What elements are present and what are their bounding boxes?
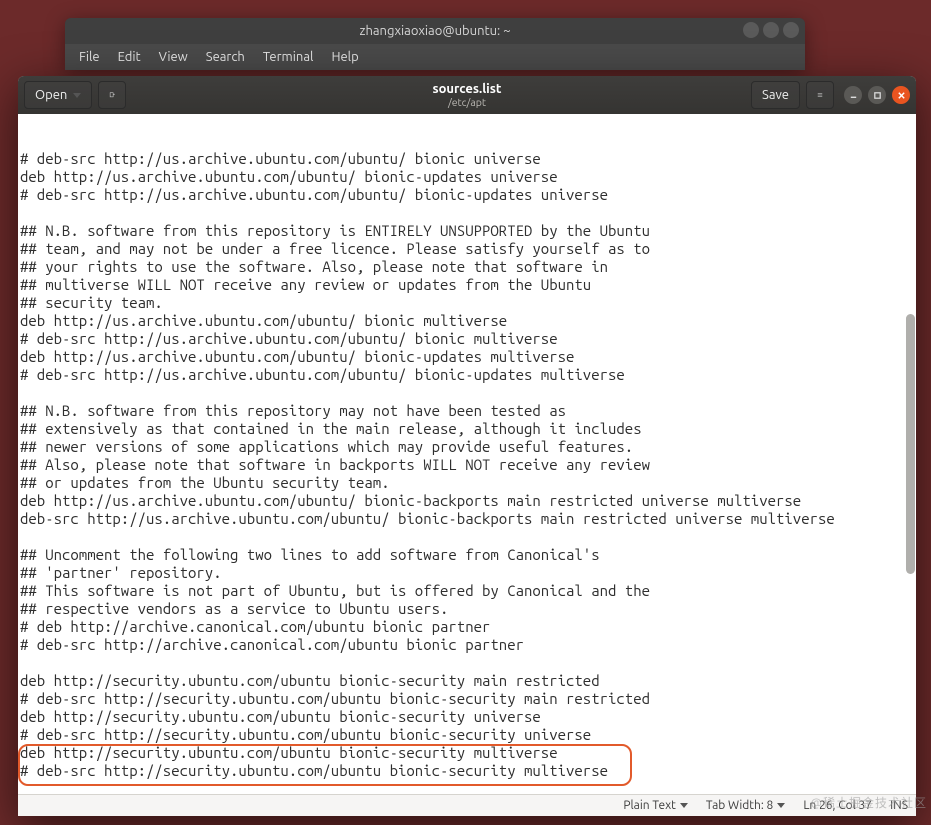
gedit-headerbar[interactable]: Open sources.list /etc/apt Save xyxy=(18,76,916,114)
editor-line[interactable]: # deb-src http://archive.canonical.com/u… xyxy=(20,636,914,654)
editor-line[interactable]: ## or updates from the Ubuntu security t… xyxy=(20,474,914,492)
terminal-title: zhangxiaoxiao@ubuntu: ~ xyxy=(359,24,510,38)
chevron-down-icon xyxy=(73,93,81,98)
editor-line[interactable]: # deb-src http://us.archive.ubuntu.com/u… xyxy=(20,366,914,384)
editor-line[interactable]: ## N.B. software from this repository ma… xyxy=(20,402,914,420)
tab-width-label: Tab Width: 8 xyxy=(706,799,773,812)
syntax-mode-selector[interactable]: Plain Text xyxy=(623,799,688,812)
terminal-menu-terminal[interactable]: Terminal xyxy=(255,48,322,66)
editor-line[interactable]: deb http://us.archive.ubuntu.com/ubuntu/… xyxy=(20,312,914,330)
terminal-window-controls xyxy=(743,22,799,38)
chevron-down-icon xyxy=(777,803,785,808)
terminal-menu-search[interactable]: Search xyxy=(198,48,253,66)
save-button-label: Save xyxy=(762,88,789,102)
editor-line[interactable]: deb-src http://us.archive.ubuntu.com/ubu… xyxy=(20,510,914,528)
editor-line[interactable] xyxy=(20,528,914,546)
editor-line[interactable]: # deb-src http://us.archive.ubuntu.com/u… xyxy=(20,330,914,348)
editor-line[interactable]: ## multiverse WILL NOT receive any revie… xyxy=(20,276,914,294)
editor-line[interactable]: deb http://us.archive.ubuntu.com/ubuntu/… xyxy=(20,168,914,186)
maximize-icon xyxy=(873,91,882,100)
editor-line[interactable] xyxy=(20,204,914,222)
terminal-maximize-button[interactable] xyxy=(763,22,779,38)
minimize-icon xyxy=(849,91,858,100)
editor-line[interactable]: # deb-src http://security.ubuntu.com/ubu… xyxy=(20,690,914,708)
hamburger-menu-button[interactable] xyxy=(806,81,834,109)
save-button[interactable]: Save xyxy=(751,81,800,109)
scrollbar-thumb[interactable] xyxy=(906,314,915,574)
terminal-window: zhangxiaoxiao@ubuntu: ~ File Edit View S… xyxy=(65,18,805,70)
scrollbar[interactable] xyxy=(906,114,915,794)
tab-width-selector[interactable]: Tab Width: 8 xyxy=(706,799,785,812)
editor-line[interactable]: ## Uncomment the following two lines to … xyxy=(20,546,914,564)
editor-line[interactable]: ## your rights to use the software. Also… xyxy=(20,258,914,276)
editor-line[interactable]: ## respective vendors as a service to Ub… xyxy=(20,600,914,618)
terminal-menubar: File Edit View Search Terminal Help xyxy=(65,44,805,70)
gedit-window-controls xyxy=(844,86,910,104)
editor-line[interactable] xyxy=(20,654,914,672)
editor-line[interactable]: deb http://security.ubuntu.com/ubuntu bi… xyxy=(20,708,914,726)
editor-line[interactable]: # deb-src http://us.archive.ubuntu.com/u… xyxy=(20,150,914,168)
editor-line[interactable]: # deb-src http://us.archive.ubuntu.com/u… xyxy=(20,186,914,204)
new-document-icon xyxy=(109,92,115,98)
minimize-button[interactable] xyxy=(844,86,862,104)
editor-line[interactable]: # deb-src http://security.ubuntu.com/ubu… xyxy=(20,726,914,744)
editor-line[interactable]: deb http://us.archive.ubuntu.com/ubuntu/… xyxy=(20,492,914,510)
terminal-menu-file[interactable]: File xyxy=(71,48,108,66)
editor-line[interactable]: ## Also, please note that software in ba… xyxy=(20,456,914,474)
editor-line[interactable]: deb http://us.archive.ubuntu.com/ubuntu/… xyxy=(20,348,914,366)
close-icon xyxy=(897,91,906,100)
terminal-menu-help[interactable]: Help xyxy=(323,48,366,66)
editor-line[interactable]: ## security team. xyxy=(20,294,914,312)
open-button-label: Open xyxy=(35,88,67,102)
editor-line[interactable]: ## N.B. software from this repository is… xyxy=(20,222,914,240)
editor-line[interactable]: deb http://security.ubuntu.com/ubuntu bi… xyxy=(20,672,914,690)
terminal-close-button[interactable] xyxy=(783,22,799,38)
terminal-titlebar[interactable]: zhangxiaoxiao@ubuntu: ~ xyxy=(65,18,805,44)
new-tab-button[interactable] xyxy=(98,81,126,109)
editor-line[interactable]: ## This software is not part of Ubuntu, … xyxy=(20,582,914,600)
watermark: @稀土掘金技术社区 xyxy=(811,794,927,811)
statusbar: Plain Text Tab Width: 8 Ln 26, Col 37 IN… xyxy=(18,794,916,816)
editor-line[interactable]: ## extensively as that contained in the … xyxy=(20,420,914,438)
terminal-menu-edit[interactable]: Edit xyxy=(110,48,149,66)
syntax-mode-label: Plain Text xyxy=(623,799,676,812)
gedit-window: Open sources.list /etc/apt Save xyxy=(18,76,916,816)
editor-line[interactable] xyxy=(20,780,914,794)
editor-line[interactable] xyxy=(20,384,914,402)
editor-line[interactable]: ## 'partner' repository. xyxy=(20,564,914,582)
hamburger-icon xyxy=(817,92,823,98)
chevron-down-icon xyxy=(680,803,688,808)
editor-line[interactable]: deb http://security.ubuntu.com/ubuntu bi… xyxy=(20,744,914,762)
editor-line[interactable]: ## newer versions of some applications w… xyxy=(20,438,914,456)
terminal-menu-view[interactable]: View xyxy=(151,48,196,66)
close-button[interactable] xyxy=(892,86,910,104)
terminal-minimize-button[interactable] xyxy=(743,22,759,38)
editor-line[interactable]: # deb-src http://security.ubuntu.com/ubu… xyxy=(20,762,914,780)
editor-line[interactable]: # deb http://archive.canonical.com/ubunt… xyxy=(20,618,914,636)
editor-area[interactable]: # deb-src http://us.archive.ubuntu.com/u… xyxy=(18,114,916,794)
maximize-button[interactable] xyxy=(868,86,886,104)
open-button[interactable]: Open xyxy=(24,81,92,109)
editor-line[interactable]: ## team, and may not be under a free lic… xyxy=(20,240,914,258)
